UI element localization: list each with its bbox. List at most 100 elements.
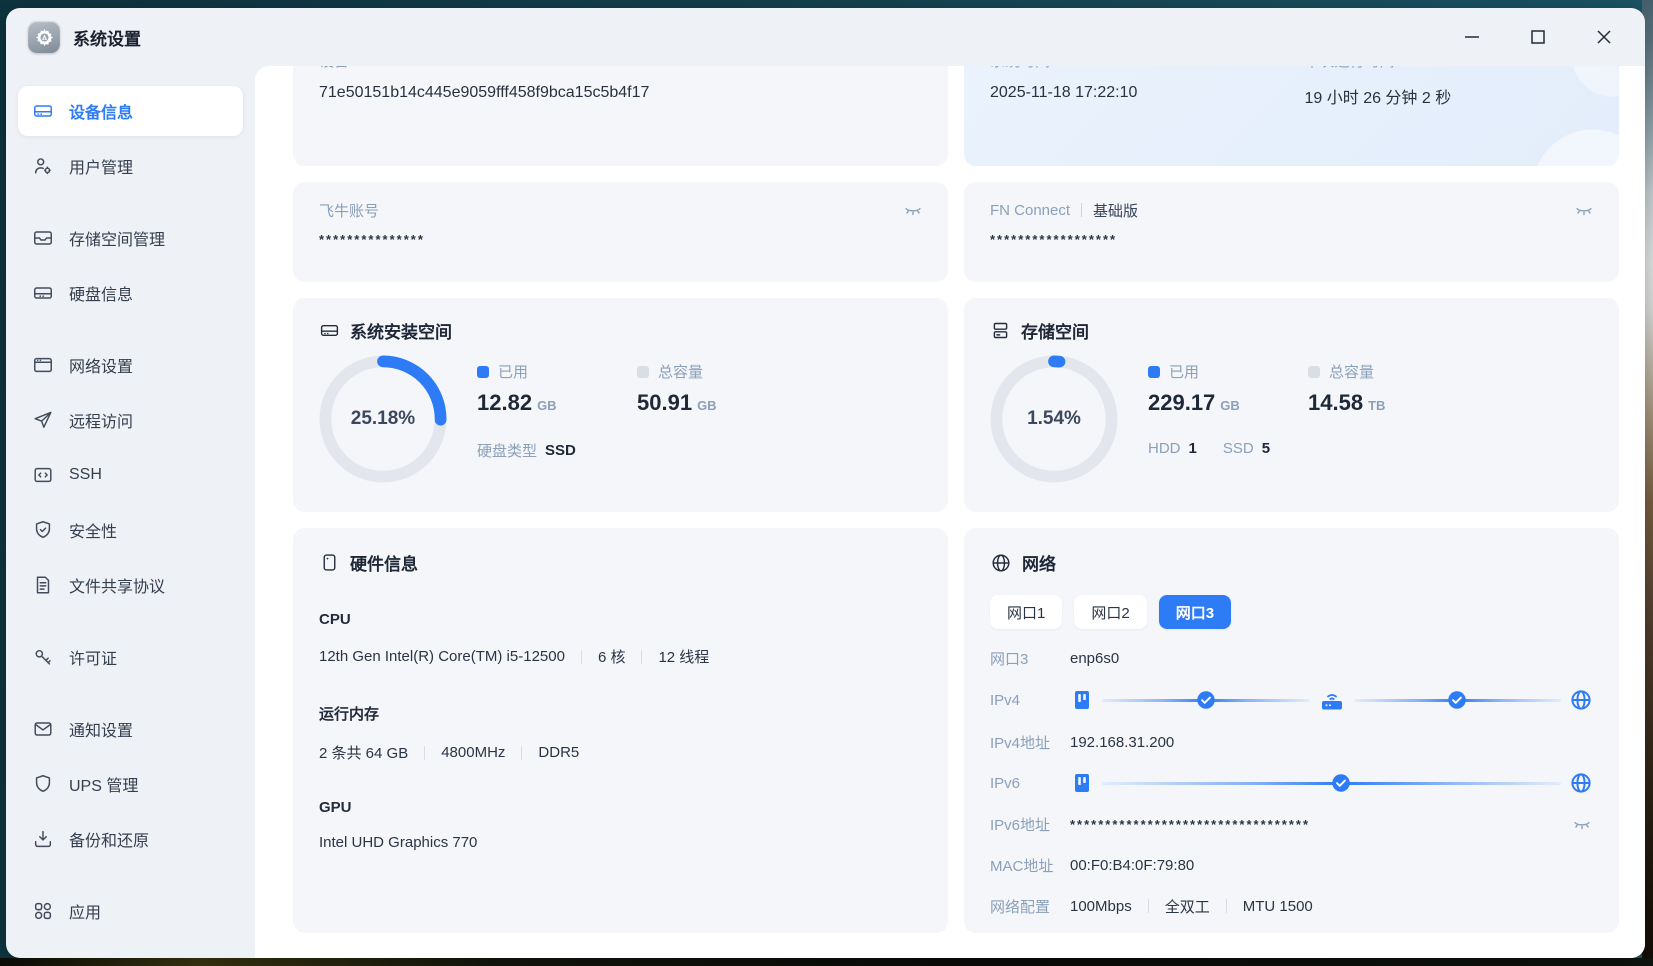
cpu-section-label: CPU — [319, 611, 351, 628]
sidebar-item-label: 备份和还原 — [69, 833, 150, 850]
uptime-value: 19 小时 26 分钟 2 秒 — [1304, 90, 1452, 107]
eye-closed-icon[interactable] — [1573, 199, 1595, 221]
window-title: 系统设置 — [73, 29, 141, 49]
nas-icon — [1070, 771, 1094, 795]
port-name-label: 网口3 — [990, 650, 1029, 668]
memory-speed: 4800MHz — [441, 744, 506, 761]
storage-management-icon — [34, 231, 52, 245]
used-unit: GB — [537, 398, 557, 413]
total-value: 14.58 — [1308, 390, 1364, 415]
sidebar-item-label: 文件共享协议 — [69, 579, 166, 596]
fn-connect-plan-badge: 基础版 — [1093, 202, 1139, 220]
security-icon — [35, 521, 51, 539]
fn-connect-card: FN Connect 基础版 ****************** — [964, 182, 1619, 282]
eye-closed-icon[interactable] — [902, 199, 924, 221]
system-space-donut: 25.18% — [319, 355, 447, 483]
sidebar-item-apps[interactable]: 应用 — [18, 886, 243, 936]
system-time-label: 系统时间 — [990, 66, 1305, 71]
used-legend-label: 已用 — [498, 364, 529, 381]
network-globe-icon — [992, 553, 1010, 572]
sidebar-item-remote-access[interactable]: 远程访问 — [18, 395, 243, 445]
minimize-button[interactable] — [1461, 26, 1483, 48]
ipv4-connection-diagram — [1070, 687, 1593, 713]
hardware-info-icon — [323, 554, 336, 571]
titlebar: 系统设置 — [6, 8, 1645, 66]
port-name-value: enp6s0 — [1070, 649, 1120, 667]
sidebar-item-user-management[interactable]: 用户管理 — [18, 141, 243, 191]
ipv4-label: IPv4 — [990, 691, 1021, 709]
sidebar-item-device-info[interactable]: 设备信息 — [18, 86, 243, 136]
used-value: 12.82 — [477, 390, 533, 415]
internet-globe-icon — [1569, 688, 1593, 712]
sidebar-item-ups-management[interactable]: UPS 管理 — [18, 759, 243, 809]
sidebar-item-security[interactable]: 安全性 — [18, 505, 243, 555]
ipv6-connection-diagram — [1070, 771, 1593, 795]
system-time-card: 系统时间 2025-11-18 17:22:10 本次运行时间 19 小时 26… — [964, 66, 1619, 166]
eye-closed-icon[interactable] — [1571, 813, 1593, 835]
user-management-icon — [34, 158, 51, 175]
sidebar-item-network-settings[interactable]: 网络设置 — [18, 340, 243, 390]
mtu: MTU 1500 — [1242, 897, 1313, 915]
uptime-block: 本次运行时间 19 小时 26 分钟 2 秒 — [1305, 66, 1620, 108]
sidebar-item-label: 网络设置 — [69, 359, 134, 376]
used-unit: GB — [1220, 398, 1240, 413]
main-panel: 设备 ID 71e50151b14c445e9059fff458f9bca15c… — [255, 66, 1645, 958]
cpu-values: 12th Gen Intel(R) Core(TM) i5-12500 6 核 … — [319, 646, 922, 667]
tab-port-3[interactable]: 网口3 — [1158, 595, 1232, 629]
ssh-icon — [34, 467, 52, 483]
ipv6-address-masked-value: ********************************** — [1070, 816, 1311, 832]
sidebar-item-disk-info[interactable]: 硬盘信息 — [18, 268, 243, 318]
sidebar-item-storage-management[interactable]: 存储空间管理 — [18, 213, 243, 263]
license-icon — [35, 649, 51, 665]
sidebar-item-label: 许可证 — [69, 651, 118, 668]
duplex-mode: 全双工 — [1164, 898, 1210, 916]
fn-account-card: 飞牛账号 *************** — [293, 182, 948, 282]
fn-account-label: 飞牛账号 — [319, 202, 380, 220]
desktop-wallpaper-bottom — [0, 958, 1653, 966]
cpu-cores: 6 核 — [597, 649, 626, 666]
divider — [1081, 203, 1083, 217]
system-time-block: 系统时间 2025-11-18 17:22:10 — [990, 66, 1305, 108]
install-space-icon — [320, 324, 339, 337]
tab-port-2[interactable]: 网口2 — [1074, 595, 1147, 629]
link-speed: 100Mbps — [1070, 897, 1132, 915]
close-button[interactable] — [1593, 26, 1615, 48]
nas-icon — [1070, 688, 1094, 712]
internet-globe-icon — [1569, 771, 1593, 795]
mac-address-label: MAC地址 — [990, 857, 1054, 875]
backup-icon — [34, 830, 52, 848]
sidebar-item-ssh[interactable]: SSH — [18, 450, 243, 500]
sidebar-item-label: UPS 管理 — [69, 778, 139, 795]
disk-type-value: SSD — [545, 442, 576, 459]
ups-icon — [35, 775, 51, 793]
fn-connect-masked-value: ****************** — [990, 232, 1118, 247]
network-config-values: 100Mbps 全双工 MTU 1500 — [1070, 896, 1313, 917]
total-value: 50.91 — [637, 390, 693, 415]
maximize-button[interactable] — [1527, 26, 1549, 48]
used-legend-swatch — [477, 365, 489, 378]
sidebar-item-label: 设备信息 — [69, 105, 134, 122]
app-gear-icon — [28, 21, 60, 53]
card-title: 系统安装空间 — [350, 323, 452, 342]
sidebar-item-license[interactable]: 许可证 — [18, 632, 243, 682]
gpu-model: Intel UHD Graphics 770 — [319, 834, 478, 851]
ipv6-address-label: IPv6地址 — [990, 816, 1051, 834]
ipv4-address-label: IPv4地址 — [990, 734, 1051, 752]
storage-space-percent: 1.54% — [1027, 408, 1081, 429]
sidebar-item-backup-restore[interactable]: 备份和还原 — [18, 814, 243, 864]
cpu-threads: 12 线程 — [658, 649, 710, 666]
device-info-icon — [34, 105, 52, 117]
storage-space-donut: 1.54% — [990, 355, 1118, 483]
cpu-model: 12th Gen Intel(R) Core(TM) i5-12500 — [319, 648, 565, 665]
system-time-value: 2025-11-18 17:22:10 — [990, 84, 1138, 101]
memory-type: DDR5 — [538, 744, 580, 761]
sidebar-item-file-sharing[interactable]: 文件共享协议 — [18, 560, 243, 610]
gpu-values: Intel UHD Graphics 770 — [319, 834, 922, 851]
network-port-tabs: 网口1 网口2 网口3 — [990, 595, 1593, 629]
system-settings-window: 系统设置 设备信息 用户管理 存储空间管理 硬盘信息 网络设置 远程访问 SSH… — [6, 8, 1645, 958]
memory-values: 2 条共 64 GB 4800MHz DDR5 — [319, 742, 922, 763]
storage-space-icon — [993, 322, 1008, 339]
sidebar-item-notification-settings[interactable]: 通知设置 — [18, 704, 243, 754]
tab-port-1[interactable]: 网口1 — [990, 595, 1063, 629]
disk-info-icon — [34, 287, 52, 299]
